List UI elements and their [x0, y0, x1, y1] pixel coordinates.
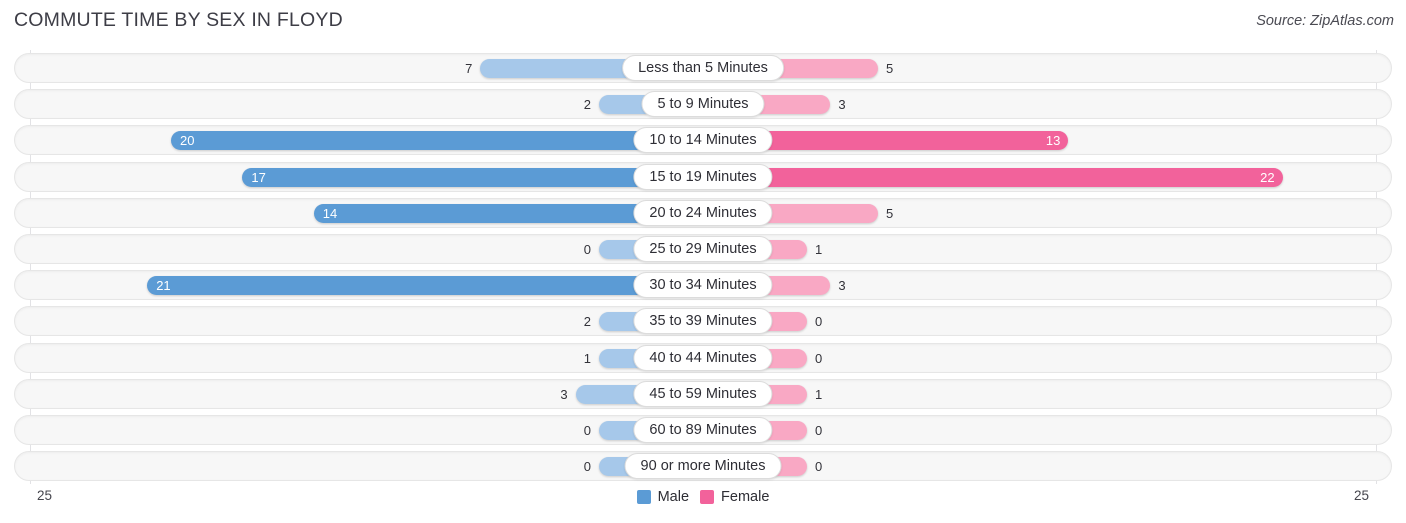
bar-male: [171, 131, 647, 151]
bar-value-male: 20: [180, 133, 195, 149]
bar-value-female: 22: [1260, 169, 1275, 185]
chart-row: 21 3 30 to 34 Minutes: [0, 267, 1406, 303]
bar-female: [759, 95, 831, 115]
bar-value-female: 1: [815, 386, 823, 402]
bar-value-male: 7: [465, 61, 473, 76]
category-label: 90 or more Minutes: [624, 453, 782, 480]
bar-value-female: 3: [838, 97, 846, 113]
bar-value-male: 17: [251, 169, 266, 185]
page-title: COMMUTE TIME BY SEX IN FLOYD: [14, 9, 343, 31]
legend-label: Female: [721, 489, 770, 505]
legend-label: Male: [657, 489, 690, 505]
bar-male: [147, 276, 647, 296]
bar-value-female: 0: [815, 459, 823, 475]
category-label: 10 to 14 Minutes: [633, 127, 773, 154]
chart-row: 2 3 5 to 9 Minutes: [0, 86, 1406, 122]
bar-value-male: 0: [583, 241, 591, 257]
bar-male: [313, 203, 647, 223]
legend-item-male[interactable]: Male: [636, 489, 690, 505]
source-attribution: Source: ZipAtlas.com: [1256, 13, 1394, 29]
bar-female: [759, 131, 1069, 151]
bar-value-female: 5: [886, 205, 894, 221]
bar-female: [759, 167, 1283, 187]
legend-swatch-icon: [636, 490, 651, 504]
bar-value-male: 14: [322, 205, 338, 221]
category-label: 60 to 89 Minutes: [633, 416, 773, 443]
chart-row: 20 13 10 to 14 Minutes: [0, 122, 1406, 158]
bar-value-female: 0: [815, 314, 823, 330]
category-label: 25 to 29 Minutes: [633, 235, 773, 262]
bar-female: [759, 203, 878, 223]
chart-row: 0 0 60 to 89 Minutes: [0, 412, 1406, 448]
bar-male: [599, 95, 647, 115]
chart-footer: 25 25 Male Female: [0, 484, 1406, 523]
bar-value-female: 0: [815, 422, 823, 438]
bar-value-male: 2: [583, 314, 591, 330]
chart-row: 0 0 90 or more Minutes: [0, 448, 1406, 484]
commute-time-bar-chart: COMMUTE TIME BY SEX IN FLOYD Source: Zip…: [0, 0, 1406, 523]
chart-row: 3 1 45 to 59 Minutes: [0, 376, 1406, 412]
chart-row: 14 5 20 to 24 Minutes: [0, 195, 1406, 231]
bar-value-female: 13: [1045, 133, 1061, 149]
category-label: 40 to 44 Minutes: [633, 344, 773, 371]
category-label: 15 to 19 Minutes: [633, 163, 773, 190]
legend-item-female[interactable]: Female: [700, 489, 769, 505]
category-label: 45 to 59 Minutes: [633, 380, 773, 407]
bar-value-male: 21: [156, 278, 171, 294]
bar-value-female: 1: [815, 241, 823, 257]
chart-row: 1 0 40 to 44 Minutes: [0, 340, 1406, 376]
bar-value-male: 1: [583, 350, 591, 366]
bar-value-male: 0: [583, 459, 591, 475]
bar-male: [242, 167, 647, 187]
category-label: Less than 5 Minutes: [622, 55, 784, 81]
category-label: 30 to 34 Minutes: [633, 272, 773, 299]
chart-row: 7 5 Less than 5 Minutes: [0, 50, 1406, 86]
chart-row: 17 22 15 to 19 Minutes: [0, 159, 1406, 195]
bar-value-male: 0: [583, 422, 591, 438]
legend-swatch-icon: [700, 490, 715, 504]
category-label: 35 to 39 Minutes: [633, 308, 773, 335]
bar-value-female: 5: [886, 61, 894, 76]
category-label: 5 to 9 Minutes: [641, 91, 765, 118]
chart-row: 2 0 35 to 39 Minutes: [0, 303, 1406, 339]
bar-value-male: 2: [583, 97, 591, 113]
bar-value-female: 3: [838, 278, 846, 294]
bar-value-female: 0: [815, 350, 823, 366]
bar-value-male: 3: [560, 386, 568, 402]
chart-legend: Male Female: [0, 489, 1406, 505]
category-label: 20 to 24 Minutes: [633, 199, 773, 226]
plot-area: 7 5 Less than 5 Minutes 2 3 5 to 9 Minutes 20 1…: [0, 50, 1406, 484]
chart-row: 0 1 25 to 29 Minutes: [0, 231, 1406, 267]
